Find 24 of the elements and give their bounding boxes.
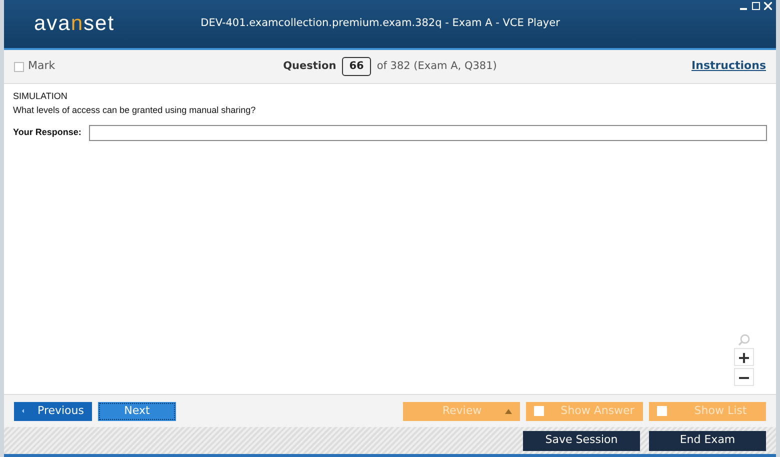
mark-checkbox[interactable] [14,62,24,72]
question-type: SIMULATION [13,90,68,103]
response-field[interactable] [89,125,767,141]
plus-icon [739,353,749,364]
response-label: Your Response: [13,126,82,140]
close-icon[interactable] [764,2,772,10]
zoom-out-button[interactable] [734,368,754,386]
footer-button[interactable]: Save Session [523,430,640,450]
previous-button[interactable]: Previous [14,402,92,420]
question-count: of 382 (Exam A, Q381) [376,58,497,74]
footer-button[interactable]: End Exam [649,430,766,450]
instructions-link[interactable]: Instructions [692,59,766,72]
question-label: Question [283,58,336,74]
caret-icon [505,408,512,414]
zoom-in-button[interactable] [734,348,754,366]
checkbox[interactable] [534,406,544,416]
question-number-field[interactable]: 66 [342,56,371,76]
next-button[interactable]: Next [98,402,176,420]
question-text: What levels of access can be granted using manual sharing? [13,104,257,117]
mark-label[interactable]: Mark [28,58,56,75]
maximize-icon[interactable] [752,2,760,10]
logo: avanset [34,11,115,38]
checkbox[interactable] [657,406,667,416]
window-title: DEV-401.examcollection.premium.exam.382q - Exam A - VCE Player [200,16,561,32]
